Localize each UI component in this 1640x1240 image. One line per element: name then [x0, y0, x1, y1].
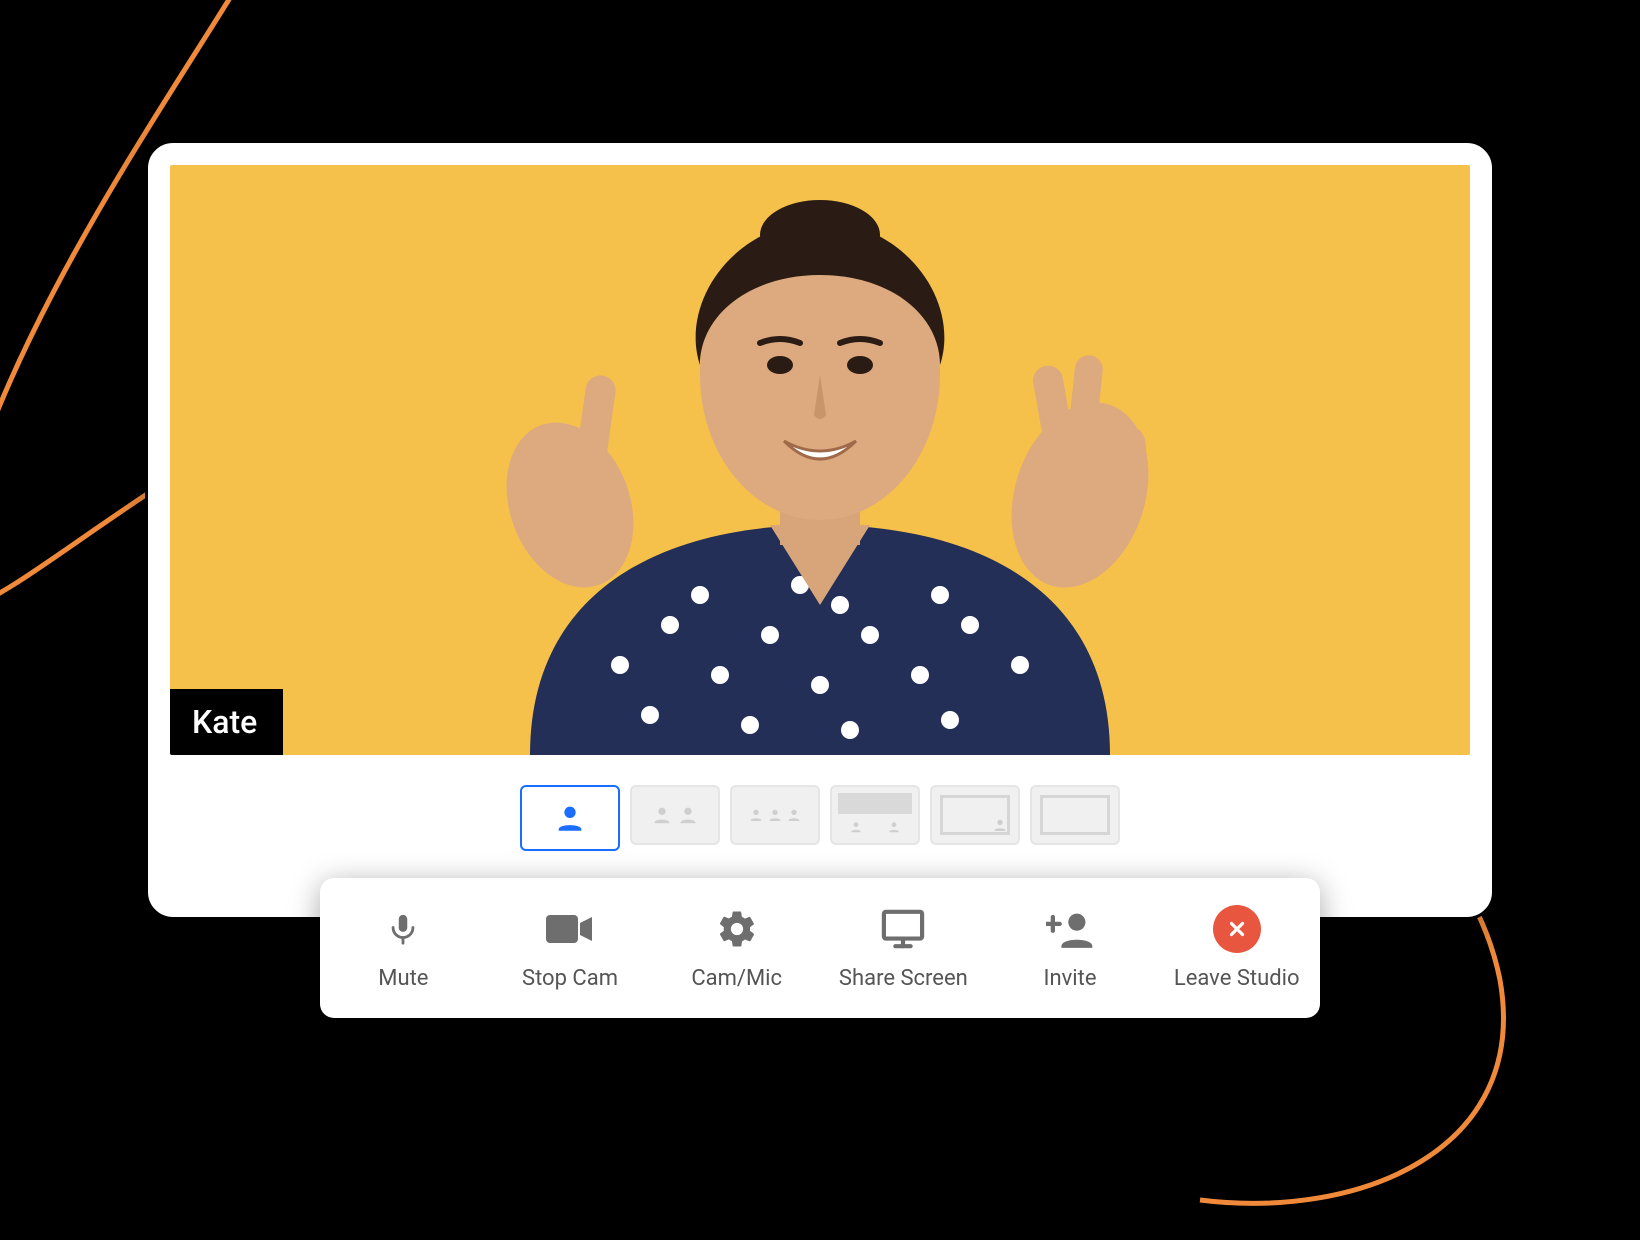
mute-label: Mute: [378, 966, 428, 991]
stop-cam-button[interactable]: Stop Cam: [487, 878, 654, 1018]
monitor-icon: [880, 906, 926, 952]
person-icon: [887, 820, 901, 834]
layout-tile-duo[interactable]: [630, 785, 720, 845]
add-person-icon: [1046, 906, 1094, 952]
person-icon: [849, 820, 863, 834]
video-stage: Kate: [170, 165, 1470, 755]
layout-selector: [520, 785, 1120, 851]
layout-tile-screen[interactable]: [1030, 785, 1120, 845]
share-screen-label: Share Screen: [839, 966, 968, 991]
control-toolbar: Mute Stop Cam Cam/Mic Share Screen: [320, 878, 1320, 1018]
invite-button[interactable]: Invite: [987, 878, 1154, 1018]
person-icon: [786, 807, 802, 823]
person-icon: [748, 807, 764, 823]
two-people-icon: [677, 804, 699, 826]
camera-icon: [546, 906, 594, 952]
studio-window: Kate: [145, 140, 1495, 920]
microphone-icon: [386, 906, 420, 952]
stop-cam-label: Stop Cam: [522, 966, 618, 991]
person-icon: [553, 801, 587, 835]
leave-studio-button[interactable]: Leave Studio: [1153, 878, 1320, 1018]
layout-tile-solo[interactable]: [520, 785, 620, 851]
layout-tile-grid4[interactable]: [830, 785, 920, 845]
cam-mic-button[interactable]: Cam/Mic: [653, 878, 820, 1018]
share-screen-button[interactable]: Share Screen: [820, 878, 987, 1018]
participant-name-label: Kate: [192, 703, 257, 741]
person-icon: [767, 807, 783, 823]
participant-video-placeholder: [370, 165, 1270, 755]
leave-label: Leave Studio: [1174, 966, 1300, 991]
gear-icon: [716, 906, 758, 952]
invite-label: Invite: [1044, 966, 1097, 991]
close-icon: [1213, 906, 1261, 952]
layout-tile-pip[interactable]: [930, 785, 1020, 845]
cam-mic-label: Cam/Mic: [691, 966, 782, 991]
two-people-icon: [651, 804, 673, 826]
person-icon: [992, 817, 1008, 833]
mute-button[interactable]: Mute: [320, 878, 487, 1018]
participant-name-tag: Kate: [170, 689, 283, 755]
layout-tile-grid3[interactable]: [730, 785, 820, 845]
